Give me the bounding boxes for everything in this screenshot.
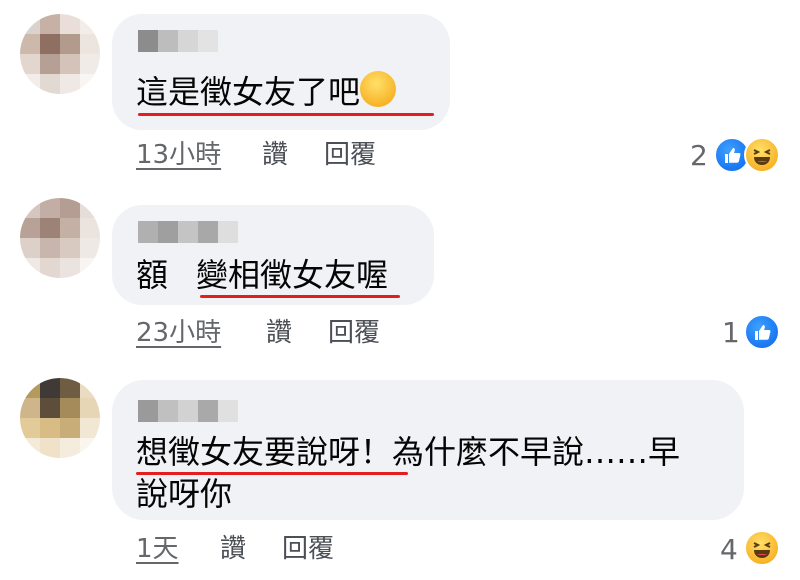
comment-bubble: 想徵女友要說呀！為什麼不早說……早 說呀你 (112, 380, 744, 520)
commenter-name[interactable] (138, 30, 218, 52)
comment-text: 想徵女友要說呀！為什麼不早說……早 (136, 433, 681, 471)
comment-timestamp[interactable]: 23小時 (136, 318, 221, 348)
comment-bubble: 額變相徵女友喔 (112, 205, 434, 305)
commenter-name[interactable] (138, 221, 238, 243)
like-button[interactable]: 讚 (266, 318, 292, 348)
like-button[interactable]: 讚 (220, 534, 246, 564)
commenter-name[interactable] (138, 400, 238, 422)
reaction-count[interactable]: 1 (722, 318, 740, 348)
haha-icon[interactable] (744, 530, 780, 566)
reaction-count[interactable]: 2 (690, 141, 708, 171)
highlight-underline (136, 472, 408, 475)
reply-button[interactable]: 回覆 (282, 534, 334, 564)
reply-button[interactable]: 回覆 (324, 140, 376, 170)
laughing-tears-emoji-icon (360, 71, 397, 107)
avatar[interactable] (20, 198, 100, 278)
comment-bubble: 這是徵女友了吧 (112, 14, 450, 130)
comment-timestamp[interactable]: 1天 (136, 534, 179, 564)
comment-text: 額變相徵女友喔 (136, 256, 389, 294)
comment-text-line2: 說呀你 (136, 475, 233, 513)
reaction-count[interactable]: 4 (720, 535, 738, 565)
reply-button[interactable]: 回覆 (328, 318, 380, 348)
highlight-underline (138, 113, 434, 116)
highlight-underline (200, 295, 400, 298)
haha-icon[interactable] (744, 137, 780, 173)
like-button[interactable]: 讚 (262, 140, 288, 170)
avatar[interactable] (20, 14, 100, 94)
avatar[interactable] (20, 378, 100, 458)
comment-timestamp[interactable]: 13小時 (136, 140, 221, 170)
like-icon[interactable] (744, 314, 780, 350)
comment-text: 這是徵女友了吧 (136, 70, 397, 114)
